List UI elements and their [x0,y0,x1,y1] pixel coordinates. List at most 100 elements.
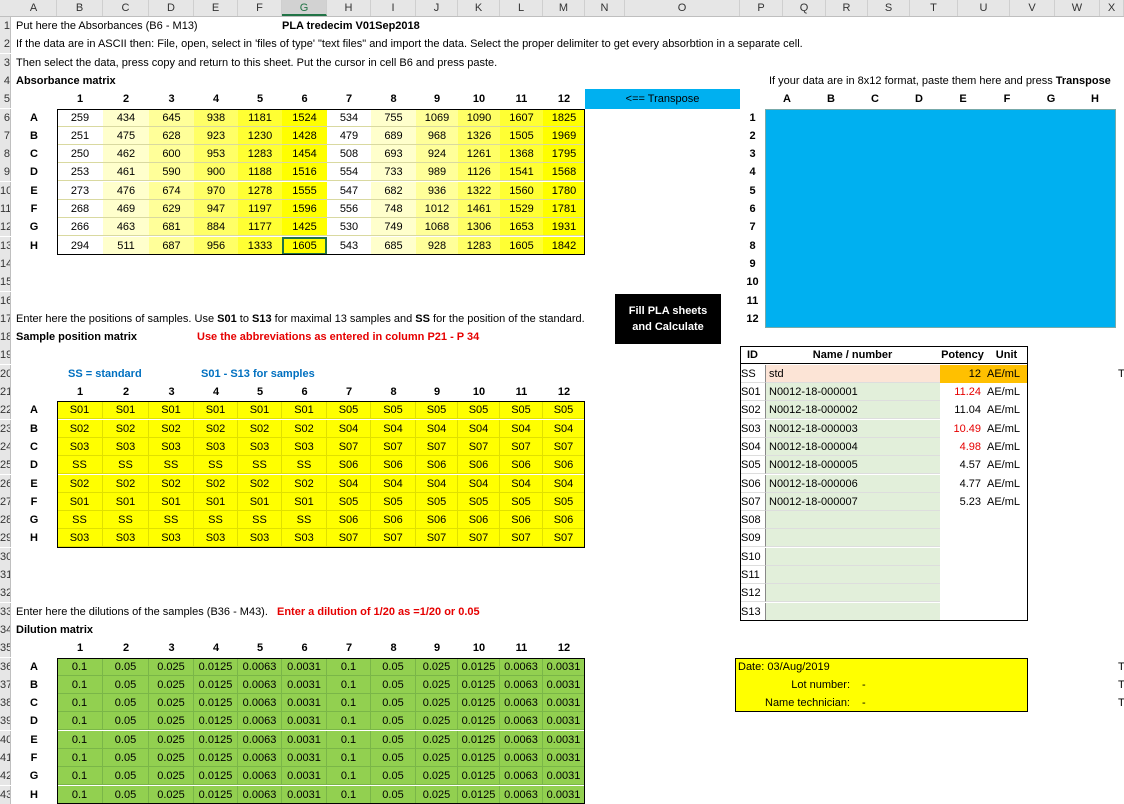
column-header-j[interactable]: J [416,0,458,16]
dilution-cell[interactable]: 0.1 [327,730,371,749]
position-cell[interactable]: S05 [543,401,585,420]
position-cell[interactable]: S06 [458,511,500,530]
dilution-cell[interactable]: 0.1 [57,730,103,749]
dilution-cell[interactable]: 0.0125 [458,767,500,786]
dilution-cell[interactable]: 0.05 [103,785,149,804]
row-header[interactable]: 43 [0,785,11,804]
position-cell[interactable]: S01 [282,401,327,420]
dilution-cell[interactable]: 0.1 [57,694,103,713]
absorbance-cell[interactable]: 956 [194,236,238,255]
position-cell[interactable]: S02 [149,474,194,493]
position-cell[interactable]: SS [149,456,194,475]
position-cell[interactable]: S03 [238,529,282,548]
dilution-cell[interactable]: 0.0063 [500,785,543,804]
dilution-cell[interactable]: 0.0031 [282,767,327,786]
position-cell[interactable]: S01 [57,401,103,420]
dilution-cell[interactable]: 0.025 [416,767,458,786]
dilution-cell[interactable]: 0.05 [371,675,416,694]
sample-name-cell[interactable]: N0012-18-000005 [765,456,940,475]
column-header-o[interactable]: O [625,0,740,16]
position-cell[interactable]: S07 [500,437,543,456]
absorbance-cell[interactable]: 534 [327,108,371,127]
dilution-cell[interactable]: 0.1 [327,694,371,713]
dilution-cell[interactable]: 0.0125 [194,730,238,749]
dilution-cell[interactable]: 0.0063 [238,749,282,767]
absorbance-cell[interactable]: 1781 [543,200,585,218]
absorbance-cell[interactable]: 259 [57,108,103,127]
position-cell[interactable]: S07 [543,529,585,548]
dilution-cell[interactable]: 0.0125 [458,675,500,694]
position-cell[interactable]: S02 [103,474,149,493]
sample-name-cell[interactable]: N0012-18-000007 [765,492,940,511]
dilution-cell[interactable]: 0.0125 [458,785,500,804]
position-cell[interactable]: S06 [543,511,585,530]
dilution-cell[interactable]: 0.0031 [543,675,585,694]
position-cell[interactable]: S06 [416,456,458,475]
position-cell[interactable]: S05 [416,401,458,420]
absorbance-cell[interactable]: 554 [327,163,371,182]
dilution-cell[interactable]: 0.1 [327,749,371,767]
column-header-a[interactable]: A [11,0,57,16]
potency-cell[interactable]: 5.23 [940,493,985,511]
absorbance-cell[interactable]: 1069 [416,108,458,127]
dilution-cell[interactable]: 0.0063 [238,712,282,731]
absorbance-cell[interactable]: 1524 [282,108,327,127]
absorbance-cell[interactable]: 938 [194,108,238,127]
potency-cell[interactable] [940,548,985,566]
sample-name-cell[interactable] [765,511,940,530]
dilution-cell[interactable]: 0.025 [416,712,458,731]
absorbance-cell[interactable]: 1505 [500,126,543,145]
absorbance-cell[interactable]: 1605 [500,236,543,255]
dilution-cell[interactable]: 0.0125 [194,675,238,694]
position-cell[interactable]: S03 [194,529,238,548]
absorbance-cell[interactable]: 629 [149,200,194,218]
position-cell[interactable]: S05 [327,401,371,420]
dilution-cell[interactable]: 0.025 [149,694,194,713]
position-cell[interactable]: S02 [103,419,149,438]
absorbance-cell[interactable]: 268 [57,200,103,218]
position-cell[interactable]: S01 [282,492,327,511]
dilution-cell[interactable]: 0.025 [416,657,458,676]
row-header[interactable]: 40 [0,730,11,749]
position-cell[interactable]: S05 [500,401,543,420]
column-header-w[interactable]: W [1055,0,1100,16]
absorbance-cell[interactable]: 511 [103,236,149,255]
position-cell[interactable]: S02 [57,474,103,493]
position-cell[interactable]: S03 [194,437,238,456]
row-header[interactable]: 37 [0,675,11,694]
column-header-r[interactable]: R [826,0,868,16]
dilution-cell[interactable]: 0.0031 [543,694,585,713]
position-cell[interactable]: S04 [327,474,371,493]
potency-cell[interactable]: 11.24 [940,383,985,401]
technician-value[interactable]: - [862,694,922,712]
absorbance-cell[interactable]: 1068 [416,218,458,237]
dilution-cell[interactable]: 0.05 [371,712,416,731]
dilution-cell[interactable]: 0.1 [327,785,371,804]
position-cell[interactable]: S05 [416,492,458,511]
absorbance-cell[interactable]: 556 [327,200,371,218]
sample-name-cell[interactable] [765,529,940,548]
row-header[interactable]: 17 [0,309,11,328]
absorbance-cell[interactable]: 687 [149,236,194,255]
absorbance-cell[interactable]: 749 [371,218,416,237]
absorbance-cell[interactable]: 1529 [500,200,543,218]
column-header-x[interactable]: X [1100,0,1124,16]
absorbance-cell[interactable]: 689 [371,126,416,145]
position-cell[interactable]: S06 [327,511,371,530]
position-cell[interactable]: S06 [327,456,371,475]
position-cell[interactable]: SS [238,456,282,475]
position-cell[interactable]: S01 [57,492,103,511]
potency-cell[interactable] [940,584,985,602]
absorbance-cell[interactable]: 547 [327,181,371,200]
absorbance-cell[interactable]: 1454 [282,145,327,164]
absorbance-cell[interactable]: 1516 [282,163,327,182]
position-cell[interactable]: S01 [238,492,282,511]
dilution-cell[interactable]: 0.0031 [543,767,585,786]
position-cell[interactable]: S04 [500,419,543,438]
absorbance-cell[interactable]: 681 [149,218,194,237]
position-cell[interactable]: S03 [103,529,149,548]
absorbance-cell[interactable]: 1596 [282,200,327,218]
row-header[interactable]: 1 [0,17,11,35]
position-cell[interactable]: S04 [458,474,500,493]
absorbance-cell[interactable]: 273 [57,181,103,200]
